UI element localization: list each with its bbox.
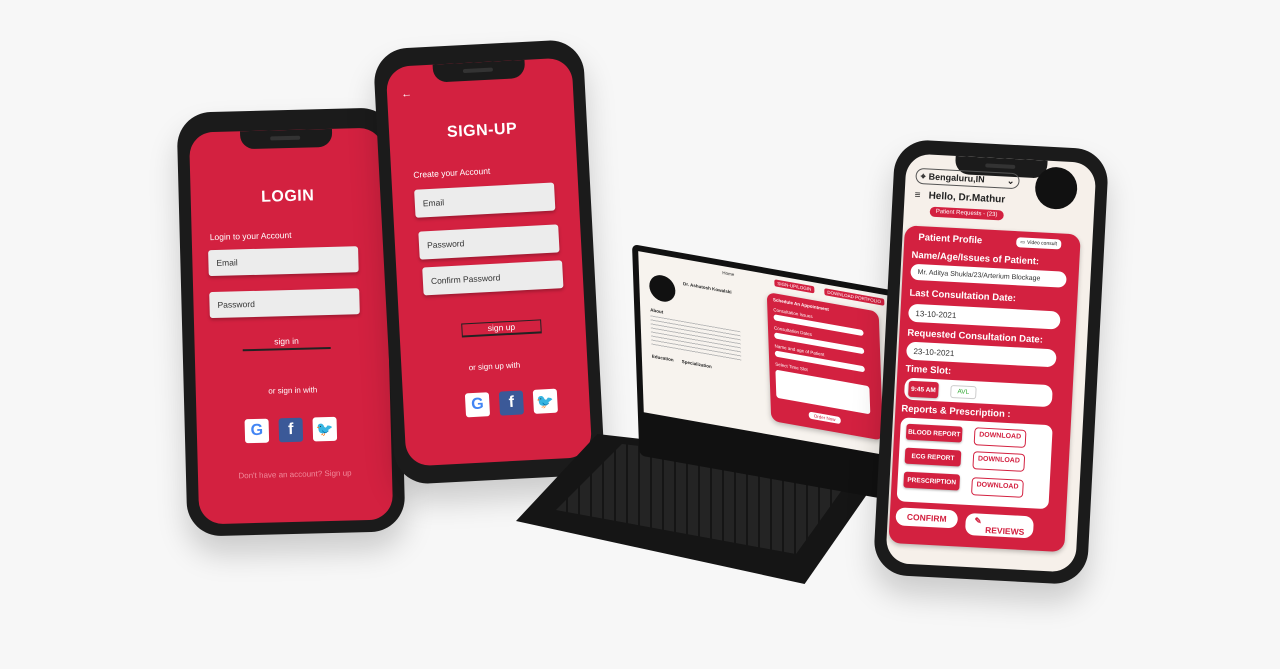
google-icon[interactable]: G <box>464 392 491 418</box>
review-icon: ✎ <box>974 515 982 526</box>
video-consult-button[interactable]: ▭ Video consult <box>1016 237 1062 250</box>
profile-avatar[interactable] <box>1034 166 1079 211</box>
doctor-avatar <box>648 273 676 304</box>
google-icon[interactable]: G <box>244 418 270 444</box>
specialization-label: Specialization <box>681 358 712 370</box>
last-consult-field[interactable]: 13-10-2021 <box>908 303 1061 330</box>
education-label: Education <box>651 353 674 363</box>
nav-signup-button[interactable]: SIGN-UP/LOGIN <box>774 279 815 294</box>
ecg-report-button[interactable]: ECG REPORT <box>904 447 962 467</box>
order-button[interactable]: Order Now <box>808 411 841 425</box>
greeting: Hello, Dr.Mathur <box>928 190 1006 206</box>
download-prescription-button[interactable]: DOWNLOAD <box>971 477 1024 498</box>
video-consult-label: Video consult <box>1026 239 1058 248</box>
alt-signin-label: or sign in with <box>268 385 318 396</box>
patient-name-field[interactable]: Mr. Aditya Shukla/23/Arterium Blockage <box>910 263 1067 288</box>
page-title: SIGN-UP <box>446 120 518 142</box>
avl-badge[interactable]: AVL <box>950 384 977 399</box>
time-slot-label: Time Slot: <box>905 363 952 377</box>
email-field[interactable]: Email <box>208 246 359 277</box>
last-consult-label: Last Consultation Date: <box>909 287 1017 305</box>
social-buttons: G f 🐦 <box>244 416 338 444</box>
chevron-down-icon: ⌄ <box>1006 175 1015 186</box>
reviews-label: REVIEWS <box>984 524 1025 537</box>
about-text <box>650 315 742 362</box>
laptop: Home SIGN-UP/LOGIN DOWNLOAD PORTFOLIO Dr… <box>516 244 906 584</box>
location-label: Bengaluru,IN <box>928 171 985 185</box>
password-field[interactable]: Password <box>209 288 360 319</box>
menu-icon[interactable]: ≡ <box>914 190 920 201</box>
signup-subtitle: Create your Account <box>413 165 491 180</box>
profile-title: Patient Profile <box>918 232 983 247</box>
login-screen: LOGIN Login to your Account Email Passwo… <box>189 127 394 525</box>
laptop-display: Home SIGN-UP/LOGIN DOWNLOAD PORTFOLIO Dr… <box>638 251 898 458</box>
back-icon[interactable]: ← <box>401 88 413 101</box>
doctor-name: Dr. Ashutosh Kowalski <box>682 281 732 295</box>
dashboard-phone: ⌖ Bengaluru,IN ⌄ ≡ Hello, Dr.Mathur Pati… <box>872 138 1110 586</box>
blood-report-button[interactable]: BLOOD REPORT <box>905 423 963 443</box>
email-field[interactable]: Email <box>414 182 556 218</box>
time-slot-field: 9:45 AM AVL <box>903 377 1053 408</box>
dashboard-screen: ⌖ Bengaluru,IN ⌄ ≡ Hello, Dr.Mathur Pati… <box>885 153 1097 573</box>
video-icon: ▭ <box>1020 239 1026 246</box>
issues-input[interactable] <box>773 314 864 337</box>
sign-in-button[interactable]: sign in <box>242 334 331 352</box>
login-phone: LOGIN Login to your Account Email Passwo… <box>176 107 406 537</box>
twitter-icon[interactable]: 🐦 <box>312 416 338 442</box>
time-slot-button[interactable]: 9:45 AM <box>908 380 939 399</box>
login-subtitle: Login to your Account <box>209 229 292 243</box>
facebook-icon[interactable]: f <box>278 417 304 443</box>
download-blood-button[interactable]: DOWNLOAD <box>973 427 1027 448</box>
notch <box>239 128 333 150</box>
patient-profile-card: Patient Profile ▭ Video consult Name/Age… <box>888 225 1081 553</box>
requested-date-field[interactable]: 23-10-2021 <box>906 341 1057 368</box>
reports-panel: BLOOD REPORT DOWNLOAD ECG REPORT DOWNLOA… <box>896 417 1053 510</box>
notch <box>432 59 526 83</box>
prescription-button[interactable]: PRESCRIPTION <box>903 471 961 491</box>
pin-icon: ⌖ <box>920 170 926 181</box>
appointment-form: Schedule An Appointment Consultation Iss… <box>766 291 884 441</box>
signup-link[interactable]: Don't have an account? Sign up <box>198 467 392 481</box>
patient-requests-badge[interactable]: Patient Requests - (23) <box>929 206 1004 221</box>
nav-home[interactable]: Home <box>722 270 734 277</box>
timeslot-grid[interactable] <box>775 369 871 415</box>
confirm-button[interactable]: CONFIRM <box>895 507 959 529</box>
page-title: LOGIN <box>260 187 315 206</box>
reviews-button[interactable]: ✎ REVIEWS <box>964 512 1034 539</box>
download-ecg-button[interactable]: DOWNLOAD <box>972 451 1026 472</box>
about-label: About <box>650 307 664 315</box>
